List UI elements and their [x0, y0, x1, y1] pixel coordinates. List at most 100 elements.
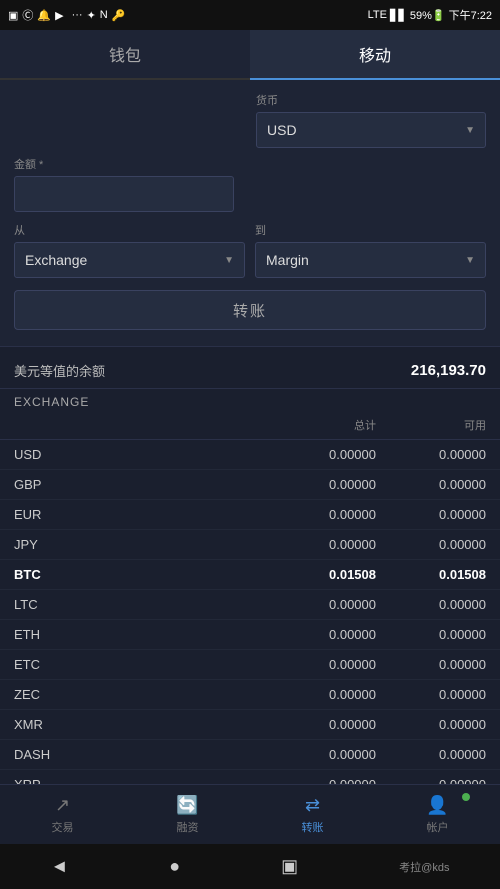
- table-row[interactable]: BTC 0.01508 0.01508: [0, 560, 500, 590]
- to-dropdown[interactable]: Margin ▼: [255, 242, 486, 278]
- nav-fund-label: 融资: [177, 819, 199, 835]
- nav-transfer[interactable]: ⇄ 转账: [250, 785, 375, 844]
- cell-total: 0.00000: [256, 507, 376, 522]
- table-header: 总计 可用: [0, 411, 500, 440]
- currency-label: 货币: [256, 92, 486, 108]
- transfer-button[interactable]: 转账: [14, 290, 486, 330]
- table-row[interactable]: LTC 0.00000 0.00000: [0, 590, 500, 620]
- status-bar: ▣ Ⓒ 🔔 ▶ ··· ✦ N 🔑 LTE ▋▋ 59%🔋 下午7:22: [0, 0, 500, 30]
- amount-group: 金额 *: [14, 156, 234, 212]
- exchange-section-label: EXCHANGE: [0, 389, 500, 411]
- cell-total: 0.00000: [256, 657, 376, 672]
- cell-name: USD: [14, 447, 256, 462]
- sys-recent-button[interactable]: ▣: [281, 856, 298, 877]
- nav-transfer-label: 转账: [302, 819, 324, 835]
- currency-dropdown[interactable]: USD ▼: [256, 112, 486, 148]
- transfer-button-wrap: 转账: [14, 290, 486, 330]
- table-row[interactable]: JPY 0.00000 0.00000: [0, 530, 500, 560]
- icon-key: 🔑: [112, 9, 126, 22]
- cell-name: DASH: [14, 747, 256, 762]
- table-wrap: EXCHANGE 总计 可用 USD 0.00000 0.00000 GBP 0…: [0, 389, 500, 846]
- table-row[interactable]: EUR 0.00000 0.00000: [0, 500, 500, 530]
- table-body: USD 0.00000 0.00000 GBP 0.00000 0.00000 …: [0, 440, 500, 800]
- fund-icon: 🔄: [176, 795, 198, 816]
- currency-value: USD: [267, 122, 297, 138]
- from-value: Exchange: [25, 252, 87, 268]
- cell-total: 0.00000: [256, 747, 376, 762]
- icon-dots: ···: [72, 9, 83, 21]
- nav-trade-label: 交易: [52, 819, 74, 835]
- cell-available: 0.00000: [376, 717, 486, 732]
- cell-name: EUR: [14, 507, 256, 522]
- cell-available: 0.01508: [376, 567, 486, 582]
- cell-name: ETH: [14, 627, 256, 642]
- balance-value: 216,193.70: [411, 362, 486, 379]
- cell-total: 0.01508: [256, 567, 376, 582]
- to-group: 到 Margin ▼: [255, 222, 486, 278]
- cell-total: 0.00000: [256, 717, 376, 732]
- cell-available: 0.00000: [376, 687, 486, 702]
- cell-name: ETC: [14, 657, 256, 672]
- cell-total: 0.00000: [256, 687, 376, 702]
- from-arrow-icon: ▼: [224, 255, 234, 266]
- from-group: 从 Exchange ▼: [14, 222, 245, 278]
- currency-arrow-icon: ▼: [465, 125, 475, 136]
- icon-c: Ⓒ: [22, 7, 33, 23]
- status-left-icons: ▣ Ⓒ 🔔 ▶ ··· ✦ N 🔑: [8, 7, 125, 23]
- tab-transfer[interactable]: 移动: [250, 30, 500, 80]
- table-row[interactable]: ZEC 0.00000 0.00000: [0, 680, 500, 710]
- table-row[interactable]: USD 0.00000 0.00000: [0, 440, 500, 470]
- cell-available: 0.00000: [376, 507, 486, 522]
- cell-name: JPY: [14, 537, 256, 552]
- table-row[interactable]: GBP 0.00000 0.00000: [0, 470, 500, 500]
- balance-section: 美元等值的余额 216,193.70: [0, 347, 500, 389]
- icon-square: ▣: [8, 9, 18, 22]
- table-row[interactable]: XMR 0.00000 0.00000: [0, 710, 500, 740]
- icon-bluetooth: ✦: [87, 9, 96, 22]
- account-icon: 👤: [426, 795, 448, 816]
- cell-name: XMR: [14, 717, 256, 732]
- cell-name: BTC: [14, 567, 256, 582]
- col-header-total: 总计: [256, 417, 376, 433]
- amount-input[interactable]: [14, 176, 234, 212]
- from-to-row: 从 Exchange ▼ 到 Margin ▼: [14, 222, 486, 278]
- to-label: 到: [255, 222, 486, 238]
- nav-fund[interactable]: 🔄 融资: [125, 785, 250, 844]
- cell-available: 0.00000: [376, 537, 486, 552]
- cell-name: ZEC: [14, 687, 256, 702]
- tab-wallet[interactable]: 钱包: [0, 30, 250, 80]
- account-dot: [462, 793, 470, 801]
- cell-total: 0.00000: [256, 477, 376, 492]
- sys-back-button[interactable]: ◄: [50, 856, 68, 877]
- form-area: 货币 USD ▼ 金额 * 从 Exchange ▼ 到 Margin ▼: [0, 80, 500, 347]
- cell-total: 0.00000: [256, 627, 376, 642]
- signal-bars: ▋▋: [390, 9, 407, 22]
- table-row[interactable]: DASH 0.00000 0.00000: [0, 740, 500, 770]
- currency-group: 货币 USD ▼: [256, 92, 486, 148]
- icon-bell: 🔔: [37, 9, 51, 22]
- cell-total: 0.00000: [256, 597, 376, 612]
- transfer-icon: ⇄: [305, 795, 320, 816]
- trade-icon: ↗: [55, 795, 70, 816]
- time-display: 下午7:22: [449, 7, 492, 23]
- cell-available: 0.00000: [376, 477, 486, 492]
- nav-account-label: 帐户: [427, 819, 449, 835]
- status-right-icons: LTE ▋▋ 59%🔋 下午7:22: [368, 7, 492, 23]
- cell-total: 0.00000: [256, 537, 376, 552]
- nav-trade[interactable]: ↗ 交易: [0, 785, 125, 844]
- from-dropdown[interactable]: Exchange ▼: [14, 242, 245, 278]
- sys-home-button[interactable]: ●: [169, 856, 180, 877]
- table-row[interactable]: ETH 0.00000 0.00000: [0, 620, 500, 650]
- bottom-nav: ↗ 交易 🔄 融资 ⇄ 转账 👤 帐户: [0, 784, 500, 844]
- cell-name: GBP: [14, 477, 256, 492]
- nav-account[interactable]: 👤 帐户: [375, 785, 500, 844]
- col-header-available: 可用: [376, 417, 486, 433]
- top-tabs: 钱包 移动: [0, 30, 500, 80]
- from-label: 从: [14, 222, 245, 238]
- cell-available: 0.00000: [376, 747, 486, 762]
- system-nav-bar: ◄ ● ▣ 考拉@kds: [0, 844, 500, 889]
- currency-row: 货币 USD ▼: [14, 92, 486, 148]
- cell-available: 0.00000: [376, 627, 486, 642]
- to-value: Margin: [266, 252, 309, 268]
- table-row[interactable]: ETC 0.00000 0.00000: [0, 650, 500, 680]
